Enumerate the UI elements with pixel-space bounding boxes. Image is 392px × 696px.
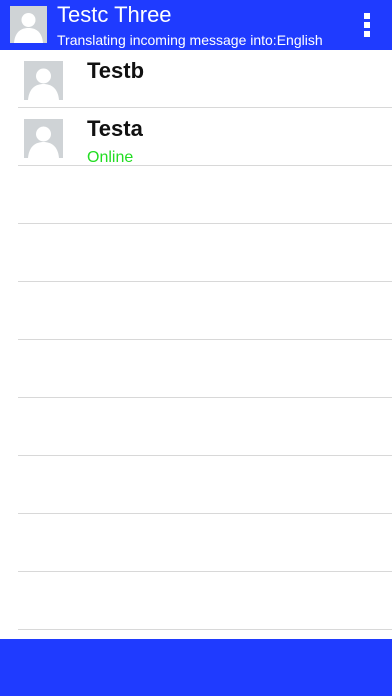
person-silhouette-icon [24, 119, 63, 158]
empty-row [18, 166, 392, 224]
conversation-header: Testc Three Translating incoming message… [0, 0, 392, 50]
person-silhouette-icon[interactable] [10, 6, 47, 43]
online-status: Online [87, 149, 134, 166]
bottom-bar [0, 639, 392, 696]
list-item-testa[interactable]: Testa Online [18, 108, 392, 166]
list-item-testb[interactable]: Testb [18, 50, 392, 108]
empty-row [18, 224, 392, 282]
empty-row [18, 572, 392, 630]
contact-name: Testa [87, 116, 143, 141]
empty-row [18, 514, 392, 572]
contact-list: Testb Testa Online [0, 50, 392, 639]
contact-title: Testc Three [57, 2, 172, 27]
empty-row [18, 282, 392, 340]
vertical-dots-icon[interactable] [362, 13, 372, 39]
translation-status-text: Translating incoming message into:Englis… [57, 32, 323, 48]
empty-row [18, 340, 392, 398]
empty-row [18, 456, 392, 514]
empty-row [18, 398, 392, 456]
person-silhouette-icon [24, 61, 63, 100]
contact-name: Testb [87, 58, 145, 83]
chat-app-screen: Testc Three Translating incoming message… [0, 0, 392, 696]
